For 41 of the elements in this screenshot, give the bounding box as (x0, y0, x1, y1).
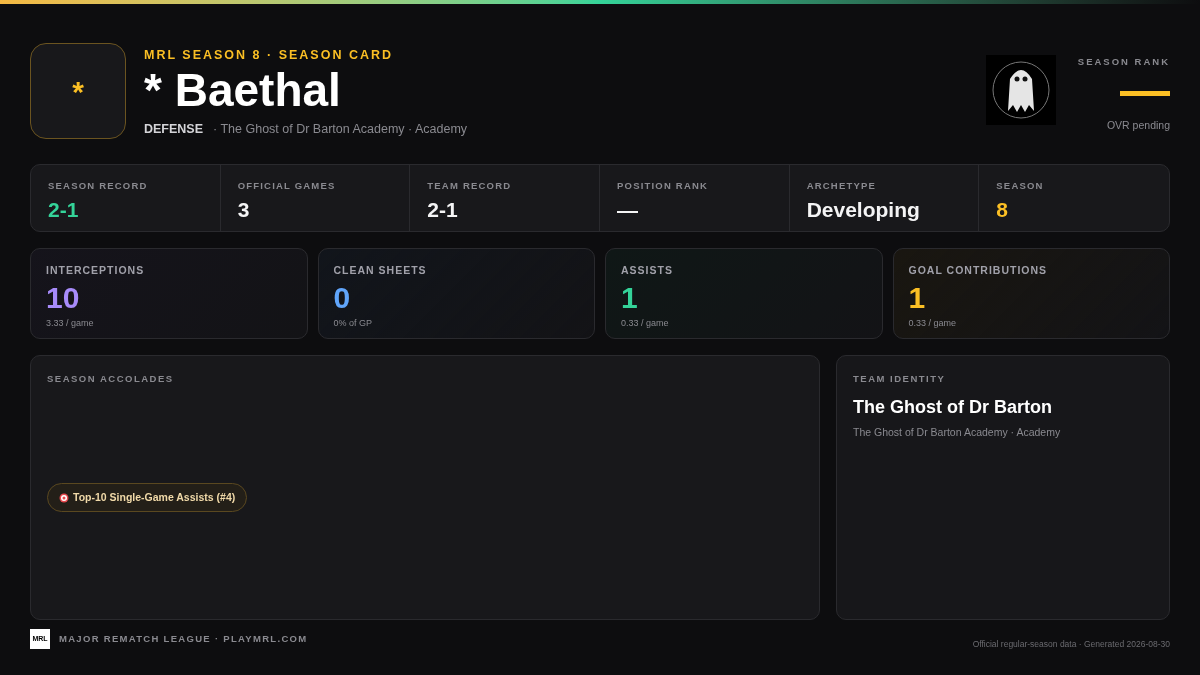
stat-value: 1 (908, 280, 927, 315)
rank-pending-bar (1120, 91, 1170, 97)
stat-label: ASSISTS (621, 263, 674, 278)
per-game-note: 0.33 / game (621, 316, 670, 330)
season-card-eyebrow: MRL SEASON 8 · SEASON CARD (144, 47, 394, 64)
player-name: * Baethal (144, 64, 342, 115)
stat-label: SEASON (996, 179, 1045, 193)
per-game-note: 3.33 / game (46, 316, 95, 330)
ovr-pending-note: OVR pending (1106, 118, 1170, 134)
team-subtitle: The Ghost of Dr Barton Academy · Academy (853, 425, 1062, 441)
ghost-logo-icon (986, 55, 1056, 125)
stat-label: CLEAN SHEETS (333, 263, 428, 278)
player-position: DEFENSE (144, 120, 204, 138)
target-icon (59, 492, 69, 503)
stat-label: POSITION RANK (617, 179, 710, 193)
stat-value: Developing (806, 197, 921, 224)
per-game-note: 0.33 / game (908, 316, 958, 330)
stat-label: OFFICIAL GAMES (237, 179, 337, 193)
panel-title: SEASON ACCOLADES (47, 372, 175, 386)
stat-label: INTERCEPTIONS (46, 263, 146, 278)
panel-title: TEAM IDENTITY (853, 372, 947, 386)
stat-value: — (617, 197, 639, 224)
stat-value: 2-1 (48, 197, 80, 224)
data-note: Official regular-season data · Generated 2026-08-30 (972, 638, 1170, 651)
season-rank-label: SEASON RANK (1077, 55, 1170, 69)
stat-value: 10 (46, 280, 81, 315)
league-brand: MAJOR REMATCH LEAGUE · PLAYMRL.COM (59, 632, 308, 647)
stat-value: 2-1 (427, 197, 459, 224)
avatar-tile: * (30, 43, 126, 139)
accolade-text: Top-10 Single-Game Assists (#4) (73, 489, 236, 505)
per-game-note: 0% of GP (333, 316, 374, 330)
stat-label: TEAM RECORD (427, 179, 513, 193)
stat-value: 3 (237, 197, 251, 224)
stat-value: 1 (621, 280, 639, 315)
stat-label: ARCHETYPE (806, 179, 878, 193)
stat-value: 0 (333, 280, 352, 315)
team-line: · The Ghost of Dr Barton Academy · Academy (213, 120, 468, 138)
stat-label: GOAL CONTRIBUTIONS (908, 263, 1049, 278)
stat-value: 8 (996, 197, 1009, 224)
stat-label: SEASON RECORD (48, 179, 149, 193)
team-name: The Ghost of Dr Barton (853, 396, 1053, 420)
